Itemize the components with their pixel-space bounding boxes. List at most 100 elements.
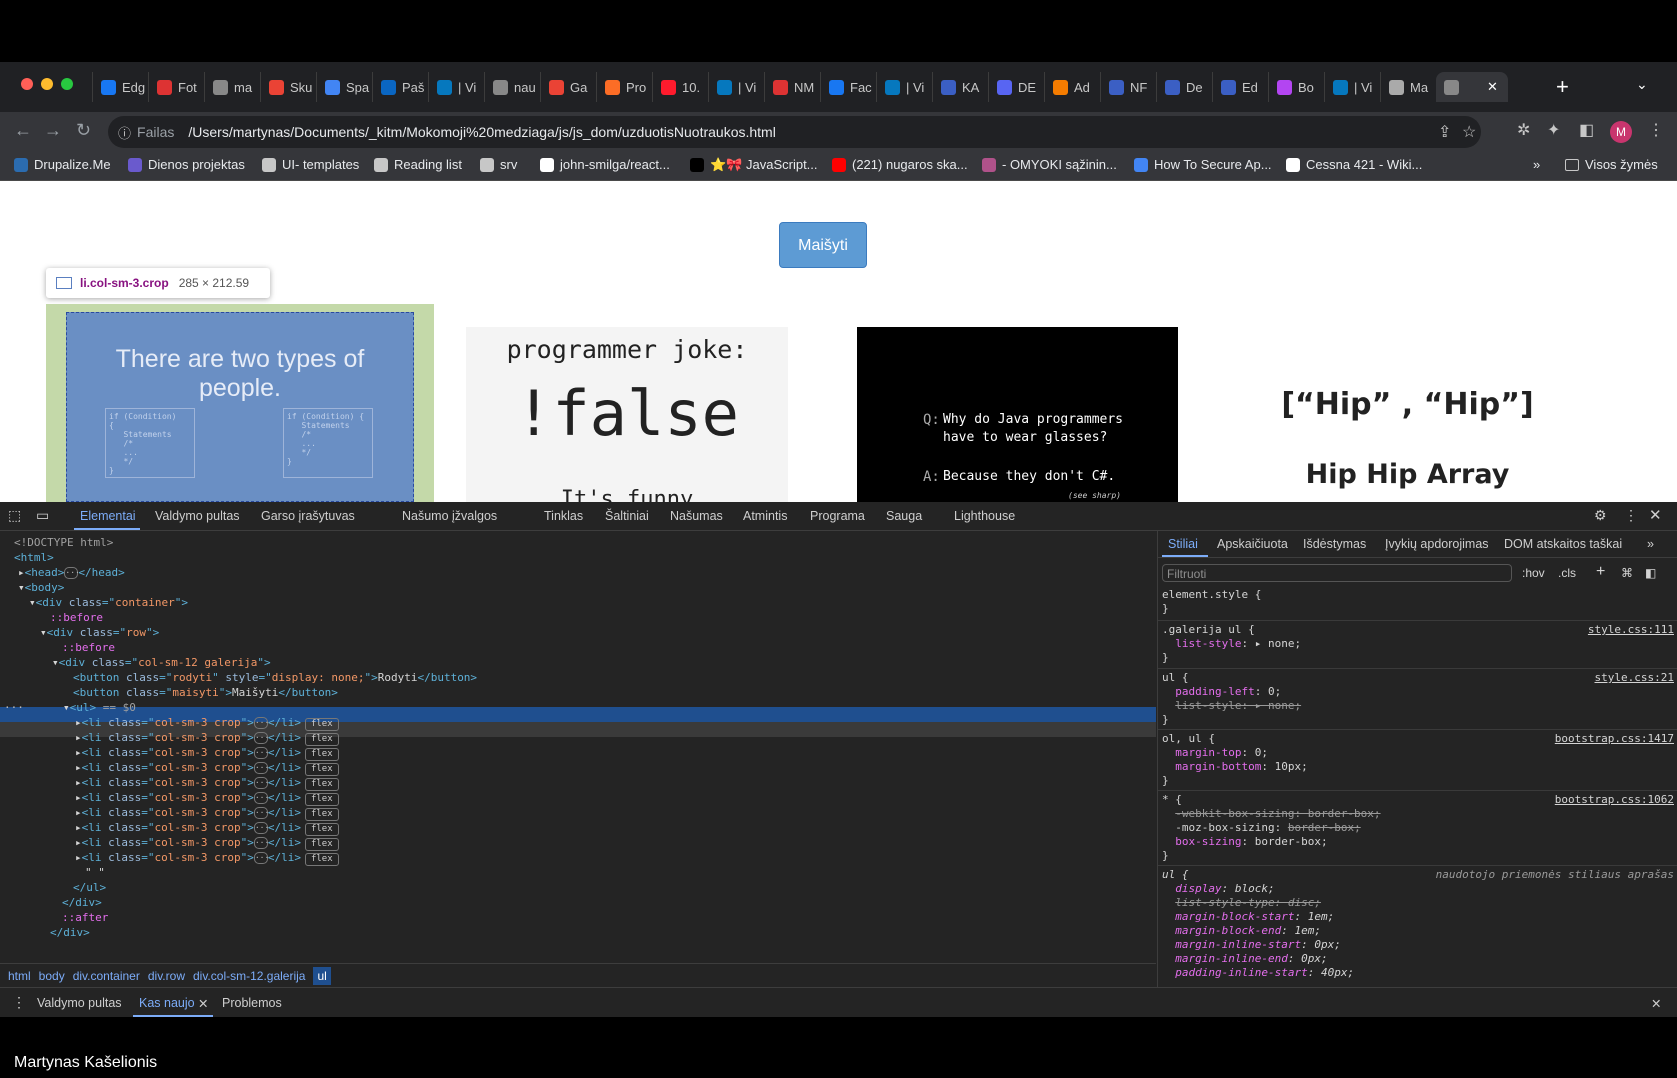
drawer-tab-console[interactable]: Valdymo pultas bbox=[37, 996, 122, 1010]
container-node[interactable]: ▾<div class="container"> bbox=[29, 595, 188, 610]
inspect-element-icon[interactable]: ⬚ bbox=[8, 507, 21, 524]
div-close-node[interactable]: </div> bbox=[62, 895, 102, 910]
li-node[interactable]: ▸<li class="col-sm-3 crop">···</li> flex bbox=[75, 835, 339, 851]
rule-galerija-ul[interactable]: .galerija ul { list-style: ▸ none; } bbox=[1162, 623, 1301, 665]
gallery-item-1[interactable]: There are two types of people. if (Condi… bbox=[46, 304, 434, 502]
tab-performance[interactable]: Našumas bbox=[670, 509, 723, 523]
gallery-node[interactable]: ▾<div class="col-sm-12 galerija"> bbox=[52, 655, 271, 670]
rule-element-style[interactable]: element.style { } bbox=[1162, 588, 1261, 616]
maximize-window-button[interactable] bbox=[61, 78, 73, 90]
bookmark-star-icon[interactable]: ☆ bbox=[1462, 122, 1476, 142]
show-button-node[interactable]: <button class="rodyti" style="display: n… bbox=[73, 670, 477, 685]
drawer-tab-whats-new[interactable]: Kas naujo bbox=[139, 996, 195, 1010]
browser-tab[interactable]: Bo bbox=[1268, 72, 1324, 102]
browser-tab[interactable]: Fot bbox=[148, 72, 204, 102]
li-node[interactable]: ▸<li class="col-sm-3 crop">···</li> flex bbox=[75, 820, 339, 836]
url-text[interactable]: /Users/martynas/Documents/_kitm/Mokomoji… bbox=[188, 124, 775, 140]
browser-tab[interactable]: ✕ bbox=[1436, 72, 1508, 102]
minimize-window-button[interactable] bbox=[41, 78, 53, 90]
styles-filter-input[interactable]: Filtruoti bbox=[1162, 564, 1512, 582]
browser-tab[interactable]: Sku bbox=[260, 72, 316, 102]
close-tab-icon[interactable]: ✕ bbox=[1487, 79, 1498, 95]
row-node[interactable]: ▾<div class="row"> bbox=[40, 625, 159, 640]
before-pseudo-node[interactable]: ::before bbox=[62, 640, 115, 655]
breadcrumb-item[interactable]: html bbox=[8, 969, 31, 983]
browser-tab[interactable]: | Vi bbox=[428, 72, 484, 102]
shuffle-button[interactable]: Maišyti bbox=[779, 222, 867, 268]
bookmark-item[interactable]: Dienos projektas bbox=[128, 157, 245, 172]
close-icon[interactable]: ✕ bbox=[198, 996, 208, 1011]
side-panel-icon[interactable]: ◧ bbox=[1579, 120, 1594, 140]
bookmark-item[interactable]: ⭐🎀 JavaScript... bbox=[690, 157, 818, 173]
tab-computed[interactable]: Apskaičiuota bbox=[1217, 537, 1288, 551]
browser-tab[interactable]: 10. bbox=[652, 72, 708, 102]
gallery-item-4[interactable]: [“Hip” , “Hip”] Hip Hip Array bbox=[1230, 327, 1585, 502]
profile-avatar[interactable]: M bbox=[1610, 121, 1632, 143]
tab-security[interactable]: Sauga bbox=[886, 509, 922, 523]
rule-source-link[interactable]: style.css:21 bbox=[1595, 671, 1674, 684]
bookmark-item[interactable]: (221) nugaros ska... bbox=[832, 157, 968, 172]
tab-event-listeners[interactable]: Įvykių apdorojimas bbox=[1385, 537, 1489, 551]
browser-tab[interactable]: Spa bbox=[316, 72, 372, 102]
kebab-menu-icon[interactable]: ⋮ bbox=[1624, 507, 1638, 524]
li-node[interactable]: ▸<li class="col-sm-3 crop">···</li> flex bbox=[75, 760, 339, 776]
browser-tab[interactable]: NF bbox=[1100, 72, 1156, 102]
breadcrumb-item[interactable]: div.container bbox=[73, 969, 140, 983]
browser-tab[interactable]: | Vi bbox=[876, 72, 932, 102]
add-rule-icon[interactable]: + bbox=[1596, 563, 1605, 581]
doctype-node[interactable]: <!DOCTYPE html> bbox=[14, 535, 113, 550]
device-toolbar-icon[interactable]: ▭ bbox=[36, 507, 49, 524]
browser-tab[interactable]: Ma bbox=[1380, 72, 1436, 102]
all-bookmarks-folder[interactable]: Visos žymės bbox=[1565, 157, 1658, 172]
gallery-item-3[interactable]: Q: Why do Java programmers have to wear … bbox=[857, 327, 1178, 502]
paint-icon[interactable]: ⌘ bbox=[1621, 566, 1633, 580]
bookmark-item[interactable]: UI- templates bbox=[262, 157, 359, 172]
tab-network[interactable]: Tinklas bbox=[544, 509, 583, 523]
extension-icon[interactable]: ✲ bbox=[1517, 120, 1530, 140]
tab-console[interactable]: Valdymo pultas bbox=[155, 509, 240, 523]
shuffle-button-node[interactable]: <button class="maisyti">Maišyti</button> bbox=[73, 685, 338, 700]
rule-source-link[interactable]: bootstrap.css:1062 bbox=[1555, 793, 1674, 806]
tab-elements[interactable]: Elementai bbox=[80, 509, 136, 523]
settings-gear-icon[interactable]: ⚙ bbox=[1594, 507, 1607, 524]
info-icon[interactable]: ⓘ bbox=[118, 123, 131, 142]
browser-tab[interactable]: Ad bbox=[1044, 72, 1100, 102]
reload-icon[interactable]: ↻ bbox=[76, 120, 91, 141]
li-node[interactable]: ▸<li class="col-sm-3 crop">···</li> flex bbox=[75, 775, 339, 791]
tab-sources[interactable]: Šaltiniai bbox=[605, 509, 649, 523]
html-node[interactable]: <html> bbox=[14, 550, 54, 565]
rule-user-agent-ul[interactable]: ul { display: block; list-style-type: di… bbox=[1162, 868, 1354, 980]
breadcrumb-item[interactable]: body bbox=[39, 969, 65, 983]
rule-ul[interactable]: ul { padding-left: 0; list-style: ▸ none… bbox=[1162, 671, 1301, 727]
li-node[interactable]: ▸<li class="col-sm-3 crop">···</li> flex bbox=[75, 790, 339, 806]
bookmark-item[interactable]: john-smilga/react... bbox=[540, 157, 670, 172]
close-window-button[interactable] bbox=[21, 78, 33, 90]
browser-tab[interactable]: DE bbox=[988, 72, 1044, 102]
browser-tab[interactable]: Paš bbox=[372, 72, 428, 102]
toggle-sidebar-icon[interactable]: ◧ bbox=[1645, 566, 1656, 580]
ul-node[interactable]: ▾<ul> == $0 bbox=[63, 700, 136, 715]
forward-icon[interactable]: → bbox=[44, 120, 62, 141]
new-tab-button[interactable]: + bbox=[1556, 74, 1569, 100]
after-pseudo-node[interactable]: ::after bbox=[62, 910, 108, 925]
browser-tab[interactable]: | Vi bbox=[1324, 72, 1380, 102]
menu-kebab-icon[interactable]: ⋮ bbox=[1648, 120, 1664, 140]
close-icon[interactable]: ✕ bbox=[1649, 506, 1662, 524]
browser-tab[interactable]: NM bbox=[764, 72, 820, 102]
text-node[interactable]: " " bbox=[85, 865, 105, 880]
breadcrumb-item[interactable]: div.col-sm-12.galerija bbox=[193, 969, 305, 983]
hov-toggle[interactable]: :hov bbox=[1522, 566, 1545, 580]
tab-application[interactable]: Programa bbox=[810, 509, 865, 523]
li-node[interactable]: ▸<li class="col-sm-3 crop">···</li> flex bbox=[75, 805, 339, 821]
tab-layout[interactable]: Išdėstymas bbox=[1303, 537, 1366, 551]
address-bar[interactable]: ⓘ Failas /Users/martynas/Documents/_kitm… bbox=[108, 116, 1481, 148]
breadcrumb-item[interactable]: ul bbox=[313, 967, 331, 985]
row-menu-icon[interactable]: ··· bbox=[4, 700, 24, 715]
rule-source-link[interactable]: bootstrap.css:1417 bbox=[1555, 732, 1674, 745]
ul-close-node[interactable]: </ul> bbox=[73, 880, 106, 895]
bookmark-item[interactable]: Drupalize.Me bbox=[14, 157, 111, 172]
li-node[interactable]: ▸<li class="col-sm-3 crop">···</li> flex bbox=[75, 715, 339, 731]
li-node[interactable]: ▸<li class="col-sm-3 crop">···</li> flex bbox=[75, 730, 339, 746]
rule-source-link[interactable]: style.css:111 bbox=[1588, 623, 1674, 636]
tab-performance-insights[interactable]: Našumo įžvalgos bbox=[402, 509, 497, 523]
